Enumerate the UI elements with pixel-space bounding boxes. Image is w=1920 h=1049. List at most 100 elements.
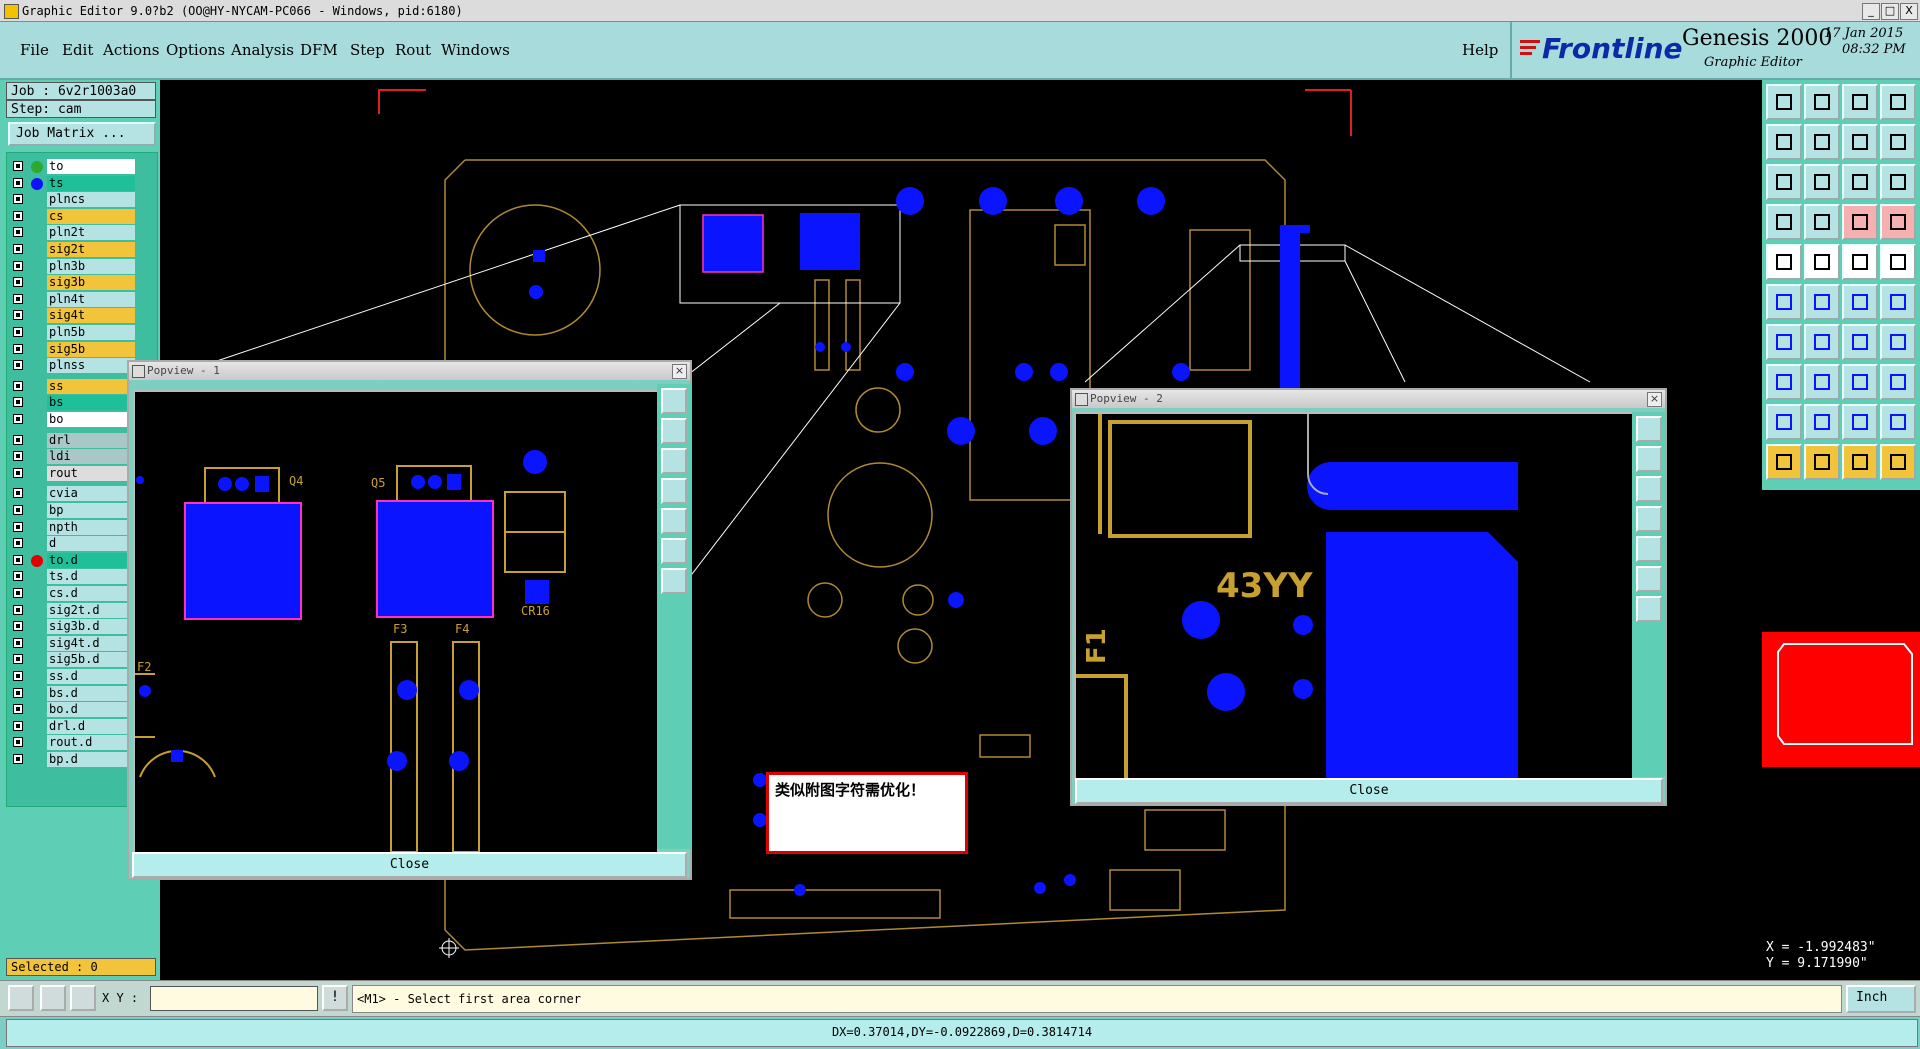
layer-row-sig2t[interactable]: sig2t <box>9 242 153 257</box>
layer-name[interactable]: bp.d <box>47 752 135 767</box>
layer-name[interactable]: rout.d <box>47 735 135 751</box>
popview-1-fit-button[interactable] <box>661 538 687 564</box>
branch-tool-icon[interactable] <box>1880 204 1916 240</box>
layer-checkbox[interactable] <box>13 277 23 288</box>
layer-row-plncs[interactable]: plncs <box>9 192 153 208</box>
pointer-tool-icon[interactable] <box>1766 444 1802 480</box>
triangle-tool-icon[interactable] <box>1766 404 1802 440</box>
rotate-tool-icon[interactable] <box>1842 324 1878 360</box>
menu-actions[interactable]: Actions <box>103 41 159 59</box>
layer-row-sig5b[interactable]: sig5b <box>9 341 153 357</box>
minimize-button[interactable]: _ <box>1862 3 1880 20</box>
layer-checkbox[interactable] <box>13 505 23 515</box>
popview-1-pan-right-button[interactable] <box>661 508 687 534</box>
layer-row-pln4t[interactable]: pln4t <box>9 291 153 307</box>
pointer-alt-tool-icon[interactable] <box>1804 444 1840 480</box>
popview-2-pan-left-button[interactable] <box>1636 506 1662 532</box>
snap-button[interactable] <box>8 985 34 1011</box>
popview-2-close-x-icon[interactable]: × <box>1647 392 1662 407</box>
layer-row-cs[interactable]: cs <box>9 208 153 224</box>
layer-checkbox[interactable] <box>13 310 23 321</box>
line-mark-tool-icon[interactable] <box>1766 324 1802 360</box>
layer-name[interactable]: plncs <box>47 192 135 208</box>
help-tool-icon[interactable] <box>1880 164 1916 200</box>
layer-name[interactable]: ldi <box>47 449 135 465</box>
popview-1-zoom-in-button[interactable] <box>661 418 687 444</box>
layer-checkbox[interactable] <box>13 521 23 532</box>
popview-1-zoom-home-button[interactable] <box>661 388 687 414</box>
layer-checkbox[interactable] <box>13 704 23 715</box>
layout-tool-icon[interactable] <box>1880 84 1916 120</box>
line-tool-icon[interactable] <box>1880 284 1916 320</box>
home-tool-icon[interactable] <box>1842 84 1878 120</box>
layer-name[interactable]: sig3b <box>47 275 135 291</box>
menu-options[interactable]: Options <box>166 41 225 59</box>
spread-tool-icon[interactable] <box>1880 404 1916 440</box>
close-window-button[interactable]: X <box>1900 3 1918 20</box>
menu-help[interactable]: Help <box>1462 41 1498 59</box>
popview-1-close-button[interactable]: Close <box>132 852 687 878</box>
layer-checkbox[interactable] <box>13 604 23 615</box>
feature-tool-icon[interactable] <box>1766 204 1802 240</box>
layer-checkbox[interactable] <box>13 434 23 445</box>
layer-name[interactable]: plnss <box>47 358 135 374</box>
layer-name[interactable]: sig4t.d <box>47 635 135 651</box>
layer-name[interactable]: to <box>47 159 135 174</box>
layer-name[interactable]: to.d <box>47 552 135 568</box>
popview-1-canvas[interactable]: Q4 Q5 CR16 F2 F3 F4 <box>133 390 659 854</box>
layer-name[interactable]: drl <box>47 432 135 448</box>
layer-checkbox[interactable] <box>13 397 23 408</box>
layer-checkbox[interactable] <box>13 161 23 171</box>
layer-row-sig3b[interactable]: sig3b <box>9 275 153 291</box>
overview-map[interactable] <box>1762 632 1920 767</box>
layer-checkbox[interactable] <box>13 538 23 549</box>
layer-name[interactable]: drl.d <box>47 718 135 734</box>
popview-1-pan-left-button[interactable] <box>661 478 687 504</box>
layer-checkbox[interactable] <box>13 467 23 478</box>
popview-1-zoom-out-button[interactable] <box>661 448 687 474</box>
maximize-button[interactable]: □ <box>1881 3 1899 20</box>
layer-name[interactable]: sig2t.d <box>47 602 135 618</box>
layer-checkbox[interactable] <box>13 210 23 221</box>
xy-input[interactable] <box>150 986 318 1011</box>
layer-row-to[interactable]: to <box>9 159 153 174</box>
popview-2-zoom-home-button[interactable] <box>1636 416 1662 442</box>
layer-name[interactable]: bo.d <box>47 702 135 718</box>
connect-tool-icon[interactable] <box>1842 204 1878 240</box>
layer-name[interactable]: sig5b <box>47 341 135 357</box>
layer-name[interactable]: pln2t <box>47 225 135 241</box>
layer-checkbox[interactable] <box>13 360 23 371</box>
layer-name[interactable]: cs <box>47 208 135 224</box>
popview-2-fit-button[interactable] <box>1636 566 1662 592</box>
layer-checkbox[interactable] <box>13 720 23 731</box>
layer-row-pln3b[interactable]: pln3b <box>9 258 153 274</box>
pad-tool-icon[interactable] <box>1766 244 1802 280</box>
layer-name[interactable]: sig3b.d <box>47 619 135 635</box>
slash-tool-icon[interactable] <box>1804 324 1840 360</box>
layer-checkbox[interactable] <box>13 380 23 391</box>
layer-name[interactable]: ss <box>47 378 135 394</box>
layer-name[interactable]: pln5b <box>47 325 135 340</box>
dots-tool-icon[interactable] <box>1880 364 1916 400</box>
layer-checkbox[interactable] <box>13 737 23 748</box>
transform-tool-icon[interactable] <box>1804 164 1840 200</box>
popview-1-close-x-icon[interactable]: × <box>672 364 687 379</box>
layer-name[interactable]: ss.d <box>47 669 135 684</box>
layer-name[interactable]: bo <box>47 412 135 427</box>
resize-tool-icon[interactable] <box>1880 124 1916 160</box>
layer-name[interactable]: ts.d <box>47 569 135 585</box>
layer-name[interactable]: d <box>47 536 135 552</box>
layer-checkbox[interactable] <box>13 293 23 304</box>
split-tool-icon[interactable] <box>1880 324 1916 360</box>
layer-checkbox[interactable] <box>13 754 23 764</box>
fan-tool-icon[interactable] <box>1804 404 1840 440</box>
units-selector[interactable]: Inch <box>1846 985 1916 1013</box>
popview-2-zoom-out-button[interactable] <box>1636 476 1662 502</box>
grid-tool-icon[interactable] <box>1804 204 1840 240</box>
job-matrix-button[interactable]: Job Matrix ... <box>8 122 156 146</box>
layer-checkbox[interactable] <box>13 687 23 698</box>
layer-checkbox[interactable] <box>13 327 23 337</box>
popview-2-center-button[interactable] <box>1636 596 1662 622</box>
layer-checkbox[interactable] <box>13 588 23 598</box>
measure-tool-icon[interactable] <box>1842 284 1878 320</box>
